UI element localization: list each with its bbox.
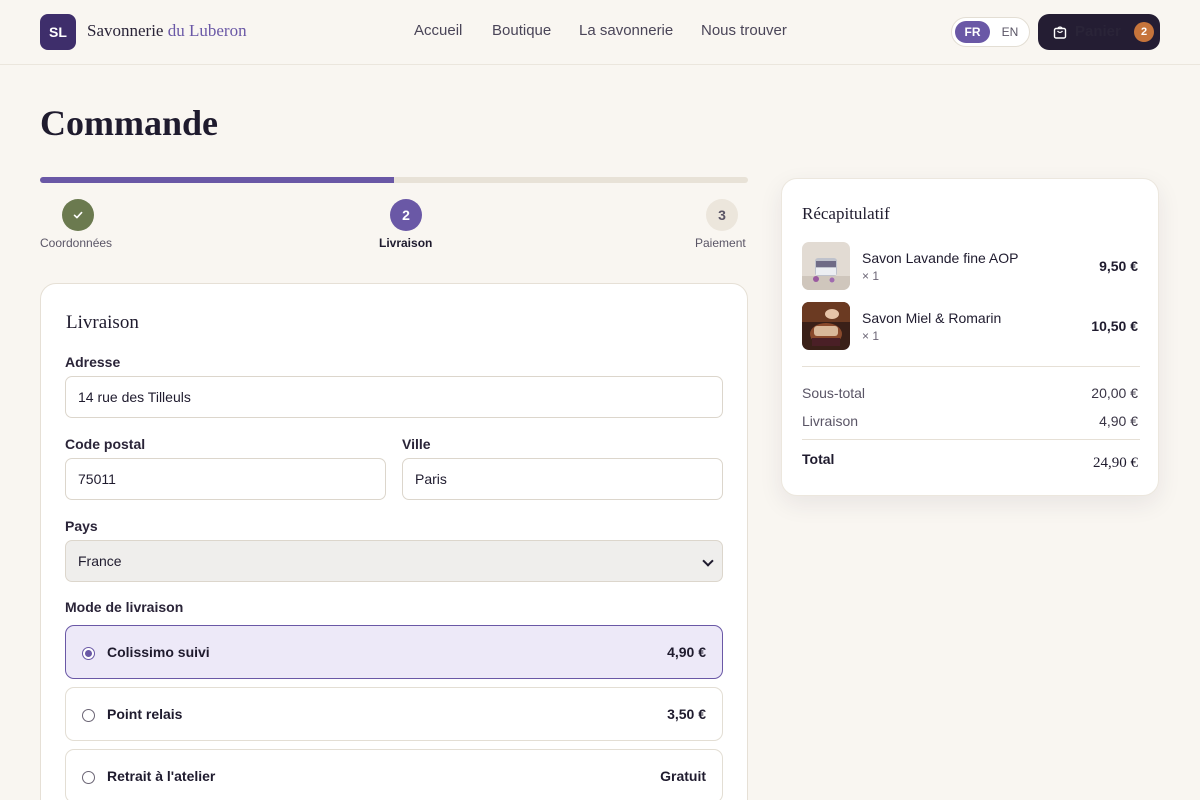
option-name: Colissimo suivi bbox=[107, 644, 210, 660]
option-price: 3,50 € bbox=[667, 706, 706, 722]
city-input[interactable]: Paris bbox=[402, 458, 723, 500]
subtotal-value: 20,00 € bbox=[1091, 385, 1138, 401]
delivery-option-point-relais[interactable]: Point relais 3,50 € bbox=[65, 687, 723, 741]
item-price: 9,50 € bbox=[1099, 258, 1138, 274]
page-title: Commande bbox=[40, 103, 218, 143]
option-name: Point relais bbox=[107, 706, 183, 722]
summary-divider bbox=[802, 366, 1140, 367]
chevron-down-icon bbox=[702, 555, 714, 567]
step-3-pending: 3 bbox=[706, 199, 738, 231]
form-title: Livraison bbox=[66, 312, 139, 333]
delivery-option-retrait-atelier[interactable]: Retrait à l'atelier Gratuit bbox=[65, 749, 723, 800]
step-1-label: Coordonnées bbox=[40, 236, 113, 250]
cart-count-badge: 2 bbox=[1134, 22, 1154, 42]
option-name: Retrait à l'atelier bbox=[107, 768, 216, 784]
step-1-done[interactable] bbox=[62, 199, 94, 231]
shipping-value: 4,90 € bbox=[1099, 413, 1138, 429]
delivery-option-colissimo[interactable]: Colissimo suivi 4,90 € bbox=[65, 625, 723, 679]
nav-item-nous-trouver[interactable]: Nous trouver bbox=[701, 22, 787, 39]
order-summary-card: Récapitulatif Savon Lavande fine AOP × 1… bbox=[781, 178, 1159, 496]
city-label: Ville bbox=[402, 436, 431, 452]
shipping-label: Livraison bbox=[802, 413, 859, 429]
total-divider bbox=[802, 439, 1140, 440]
soap-image bbox=[802, 242, 850, 290]
country-label: Pays bbox=[65, 518, 98, 534]
delivery-form-card: Livraison Adresse 14 rue des Tilleuls Co… bbox=[40, 283, 748, 800]
lang-fr-button[interactable]: FR bbox=[955, 21, 990, 43]
product-thumbnail-miel-romarin bbox=[802, 302, 850, 350]
nav-item-accueil[interactable]: Accueil bbox=[414, 22, 462, 39]
nav-item-boutique[interactable]: Boutique bbox=[492, 22, 551, 39]
address-input[interactable]: 14 rue des Tilleuls bbox=[65, 376, 723, 418]
item-name: Savon Miel & Romarin bbox=[862, 310, 1002, 326]
item-price: 10,50 € bbox=[1091, 318, 1138, 334]
check-icon bbox=[73, 211, 83, 219]
delivery-mode-label: Mode de livraison bbox=[65, 599, 184, 615]
subtotal-label: Sous-total bbox=[802, 385, 866, 401]
radio-selected[interactable] bbox=[82, 647, 95, 660]
product-thumbnail-lavande bbox=[802, 242, 850, 290]
checkout-progress-bar bbox=[40, 177, 748, 183]
item-quantity: × 1 bbox=[862, 329, 880, 343]
address-label: Adresse bbox=[65, 354, 121, 370]
total-label: Total bbox=[802, 451, 835, 467]
postal-code-input[interactable]: 75011 bbox=[65, 458, 386, 500]
step-2-active: 2 bbox=[390, 199, 422, 231]
radio-unselected[interactable] bbox=[82, 709, 95, 722]
cart-label: Panier bbox=[1075, 23, 1121, 40]
shopping-bag-icon bbox=[1053, 26, 1067, 39]
cart-button[interactable]: Panier 2 bbox=[1038, 14, 1160, 50]
language-switcher: FR EN bbox=[951, 17, 1030, 47]
site-header: SL Savonnerie du Luberon Accueil Boutiqu… bbox=[0, 0, 1200, 65]
step-3-label: Paiement bbox=[695, 236, 746, 250]
summary-title: Récapitulatif bbox=[802, 204, 890, 223]
item-quantity: × 1 bbox=[862, 269, 880, 283]
lang-en-button[interactable]: EN bbox=[994, 21, 1026, 43]
option-price: Gratuit bbox=[660, 768, 706, 784]
progress-fill bbox=[40, 177, 394, 183]
item-name: Savon Lavande fine AOP bbox=[862, 250, 1019, 266]
postal-code-label: Code postal bbox=[65, 436, 146, 452]
soap-image bbox=[802, 302, 850, 350]
nav-item-la-savonnerie[interactable]: La savonnerie bbox=[579, 22, 673, 39]
total-value: 24,90 € bbox=[1093, 455, 1138, 471]
country-select-value: France bbox=[78, 553, 122, 569]
country-select[interactable]: France bbox=[65, 540, 723, 582]
option-price: 4,90 € bbox=[667, 644, 706, 660]
radio-unselected[interactable] bbox=[82, 771, 95, 784]
step-2-label: Livraison bbox=[379, 236, 433, 250]
